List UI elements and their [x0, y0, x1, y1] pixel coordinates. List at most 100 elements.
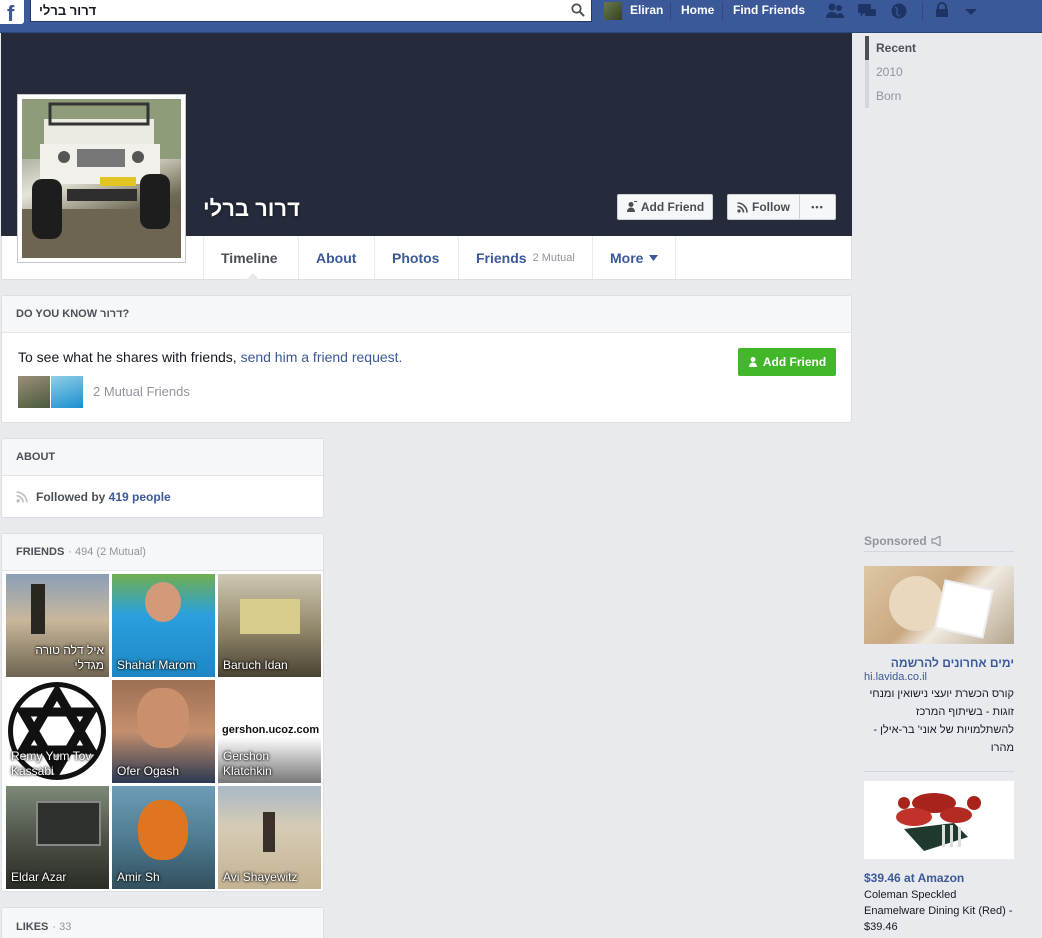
ad-image-frame-shape — [934, 579, 994, 639]
friend-tile[interactable]: איל דלה טורה מגדלי — [6, 574, 109, 677]
friend-photo-figure — [137, 688, 189, 748]
rss-icon — [737, 201, 748, 213]
friends-title[interactable]: FRIENDS — [16, 546, 64, 558]
friend-photo-figure — [145, 582, 181, 622]
search-input[interactable]: דרור ברלי — [30, 0, 592, 22]
profile-picture-image — [22, 99, 181, 258]
friend-tile[interactable]: Baruch Idan — [218, 574, 321, 677]
tab-friends[interactable]: Friends 2 Mutual — [458, 236, 592, 279]
likes-count: · 33 — [52, 920, 72, 933]
rss-icon — [16, 491, 28, 503]
notifications-globe-icon[interactable] — [888, 2, 910, 20]
facebook-logo[interactable]: f — [0, 0, 24, 26]
more-dots-icon: ••• — [811, 202, 824, 212]
friend-photo-figure — [263, 812, 275, 852]
nav-user-name[interactable]: Eliran — [630, 3, 663, 17]
account-menu-chevron-icon[interactable] — [960, 2, 982, 20]
tab-friends-mutual: 2 Mutual — [532, 251, 575, 264]
friend-request-prompt: To see what he shares with friends, send… — [18, 349, 402, 365]
friend-tile[interactable]: Remy Yum Tov Kassabi — [6, 680, 109, 783]
do-you-know-card: DO YOU KNOW דרור? To see what he shares … — [1, 295, 852, 423]
privacy-shortcuts-icon[interactable] — [933, 2, 955, 20]
ad-image-dinnerware[interactable] — [864, 781, 1014, 859]
likes-header: LIKES · 33 — [2, 908, 323, 938]
friend-tile[interactable]: Avi Shayewitz — [218, 786, 321, 889]
add-friend-label: Add Friend — [640, 200, 705, 214]
nav-find-friends[interactable]: Find Friends — [733, 3, 805, 17]
timeline-nav-born[interactable]: Born — [865, 84, 1015, 108]
friend-name: Remy Yum Tov Kassabi — [11, 749, 92, 778]
ad-divider: $39.46 at Amazon Coleman Speckled Enamel… — [864, 771, 1014, 935]
follow-label: Follow — [752, 200, 790, 214]
nav-divider — [922, 2, 923, 20]
active-tab-caret-icon — [246, 273, 260, 280]
facebook-logo-letter: f — [7, 1, 15, 26]
about-title: ABOUT — [16, 451, 56, 463]
friend-tile[interactable]: Amir Sh — [112, 786, 215, 889]
mutual-friends-count[interactable]: 2 Mutual Friends — [93, 384, 190, 399]
friend-photo-figure — [36, 801, 101, 846]
tab-photos[interactable]: Photos — [374, 236, 456, 279]
friend-name: איל דלה טורה מגדלי — [35, 643, 104, 672]
friend-tile[interactable]: Eldar Azar — [6, 786, 109, 889]
ad-image-teddy[interactable] — [864, 566, 1014, 644]
friends-header: FRIENDS · 494 (2 Mutual) — [2, 534, 323, 571]
add-friend-green-button[interactable]: Add Friend — [738, 348, 836, 376]
user-avatar[interactable] — [604, 2, 622, 20]
ad-title[interactable]: $39.46 at Amazon — [864, 871, 1014, 885]
ad-body: Coleman Speckled Enamelware Dining Kit (… — [864, 889, 1013, 933]
timeline-nav-recent[interactable]: Recent — [865, 36, 1015, 60]
search-input-value: דרור ברלי — [39, 3, 97, 18]
mutual-friend-thumb[interactable] — [18, 376, 50, 408]
tab-about-label: About — [316, 249, 357, 266]
friend-tile[interactable]: Shahaf Marom — [112, 574, 215, 677]
friend-name: Ofer Ogash — [117, 764, 180, 778]
do-you-know-title: DO YOU KNOW דרור? — [16, 308, 130, 320]
friend-photo-figure — [31, 584, 45, 634]
about-header: ABOUT — [2, 439, 323, 476]
friend-tile[interactable]: Ofer Ogash — [112, 680, 215, 783]
timeline-year-nav: Recent 2010 Born — [865, 36, 1015, 108]
add-friend-icon — [626, 201, 637, 212]
do-you-know-header: DO YOU KNOW דרור? — [2, 296, 851, 333]
nav-home[interactable]: Home — [681, 3, 714, 17]
friend-name: Eldar Azar — [11, 870, 67, 884]
friend-photo-overlay-text: gershon.ucoz.com — [222, 724, 320, 736]
nav-divider — [670, 2, 671, 20]
top-bar: f דרור ברלי Eliran Home Find Friends — [0, 0, 1042, 33]
more-options-button[interactable]: ••• — [799, 194, 836, 220]
tab-more-label: More — [610, 249, 644, 266]
likes-title[interactable]: LIKES — [16, 921, 48, 933]
about-card: ABOUT Followed by 419 people — [1, 438, 324, 518]
friends-card: FRIENDS · 494 (2 Mutual) איל דלה טורה מגד… — [1, 533, 324, 892]
add-friend-button[interactable]: Add Friend — [617, 194, 713, 220]
followers-link[interactable]: 419 people — [109, 490, 171, 504]
tab-timeline-label: Timeline — [221, 249, 278, 266]
megaphone-icon — [931, 535, 941, 546]
follow-button[interactable]: Follow — [727, 194, 800, 220]
tab-friends-label: Friends — [476, 249, 527, 266]
sponsored-column: Sponsored ימים אחרונים להרשמה hi.lavida.… — [864, 530, 1014, 935]
tab-more[interactable]: More — [592, 236, 677, 279]
dinnerware-illustration — [896, 793, 981, 851]
friend-name: Avi Shayewitz — [223, 870, 298, 884]
followed-by-prefix: Followed by — [36, 490, 109, 504]
add-friend-green-label: Add Friend — [762, 355, 827, 369]
friend-photo-figure — [138, 800, 188, 860]
mutual-friend-thumb[interactable] — [51, 376, 83, 408]
friend-requests-icon[interactable] — [824, 2, 846, 20]
sponsored-label: Sponsored — [864, 533, 927, 548]
friend-tile[interactable]: gershon.ucoz.com Gershon Klatchkin — [218, 680, 321, 783]
messages-icon[interactable] — [856, 2, 878, 20]
profile-picture[interactable] — [17, 94, 186, 263]
tab-timeline[interactable]: Timeline — [203, 236, 295, 280]
ad-body: קורס הכשרת יועצי נישואין ומנחי זוגות - ב… — [869, 688, 1014, 754]
likes-card: LIKES · 33 — [1, 907, 324, 938]
timeline-nav-2010[interactable]: 2010 — [865, 60, 1015, 84]
ad-title[interactable]: ימים אחרונים להרשמה — [864, 656, 1014, 670]
add-friend-icon — [748, 357, 757, 367]
send-friend-request-link[interactable]: send him a friend request. — [241, 349, 403, 365]
tab-about[interactable]: About — [298, 236, 373, 279]
search-icon[interactable] — [571, 3, 585, 17]
ad-domain[interactable]: hi.lavida.co.il — [864, 671, 1014, 683]
